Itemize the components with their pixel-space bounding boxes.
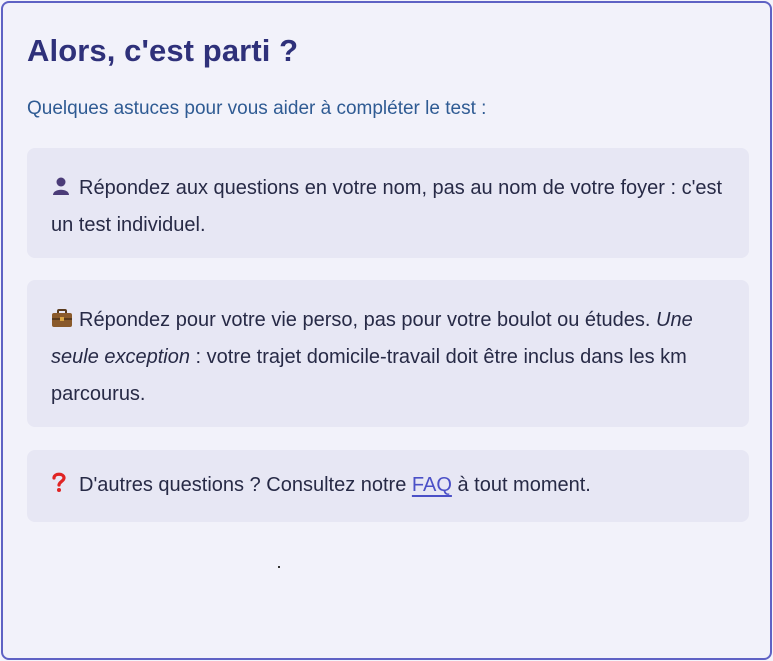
tip-faq-text-end: à tout moment. — [451, 474, 591, 496]
tip-individual-text: Répondez aux questions en votre nom, pas… — [51, 177, 723, 236]
briefcase-icon — [51, 302, 79, 339]
tip-personal-text-start: Répondez pour votre vie perso, pas pour … — [79, 309, 657, 331]
question-mark-icon — [51, 467, 79, 504]
stray-dot — [278, 566, 280, 568]
intro-card: Alors, c'est parti ? Quelques astuces po… — [1, 1, 772, 660]
tip-personal-life: Répondez pour votre vie perso, pas pour … — [27, 280, 749, 427]
page-title: Alors, c'est parti ? — [27, 33, 299, 68]
tip-faq: D'autres questions ? Consultez notre FAQ… — [27, 450, 749, 522]
tip-individual: Répondez aux questions en votre nom, pas… — [27, 148, 749, 258]
subtitle: Quelques astuces pour vous aider à compl… — [27, 98, 487, 119]
faq-link[interactable]: FAQ — [412, 474, 452, 496]
tip-faq-text-start: D'autres questions ? Consultez notre — [79, 474, 412, 496]
person-icon — [51, 170, 79, 207]
